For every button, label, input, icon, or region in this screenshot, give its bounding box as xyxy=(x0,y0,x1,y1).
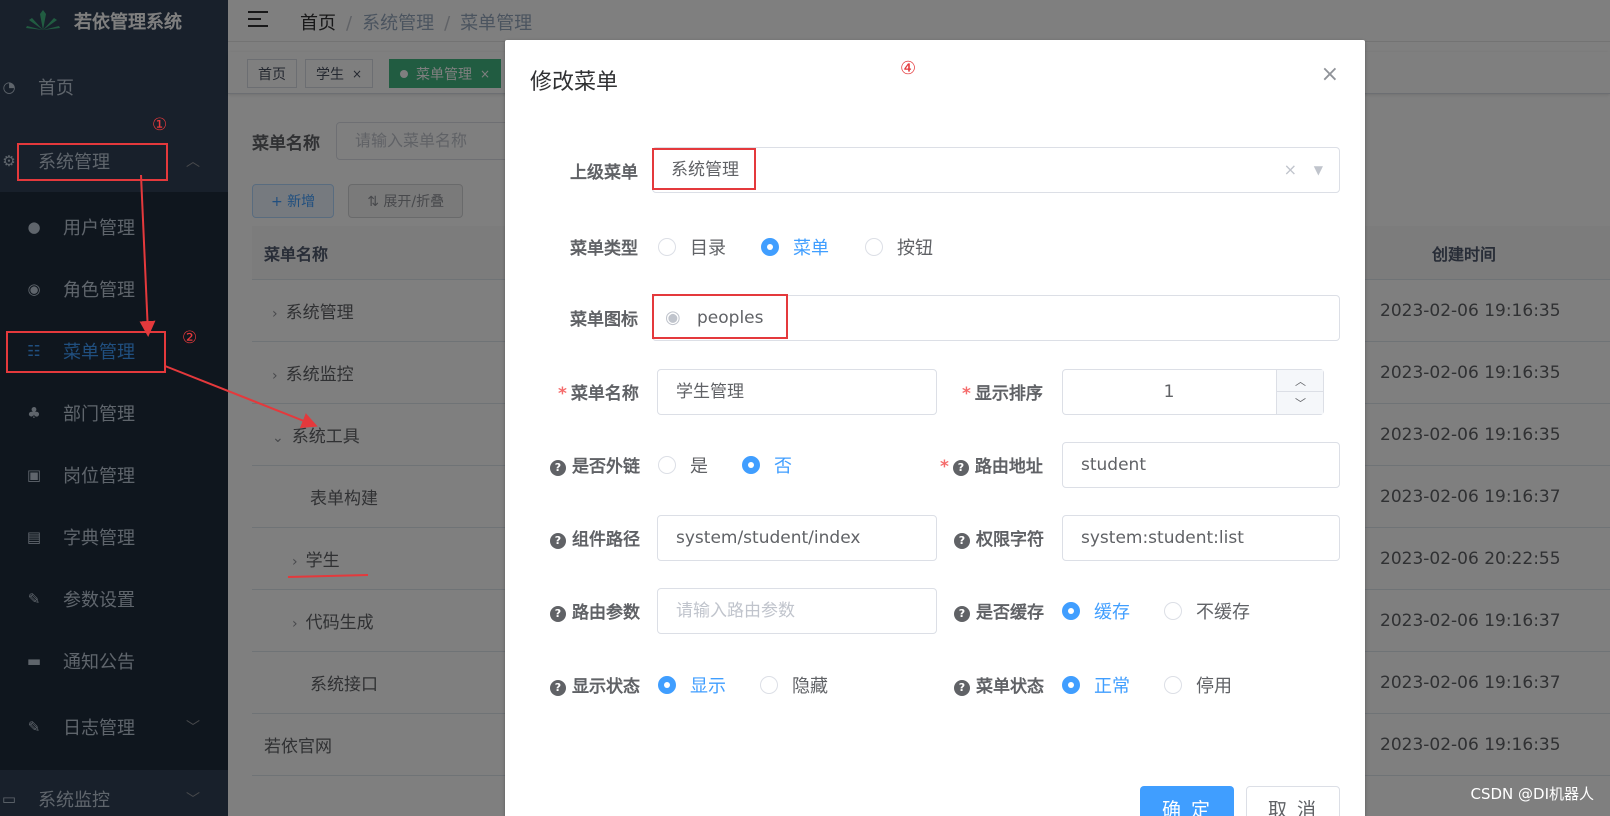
watermark: CSDN @DI机器人 xyxy=(1470,785,1594,803)
underline-student xyxy=(287,574,369,578)
annotation-arrows xyxy=(139,174,369,578)
arrow-1-to-2 xyxy=(139,174,156,337)
arrow-2-to-tools xyxy=(164,365,318,429)
